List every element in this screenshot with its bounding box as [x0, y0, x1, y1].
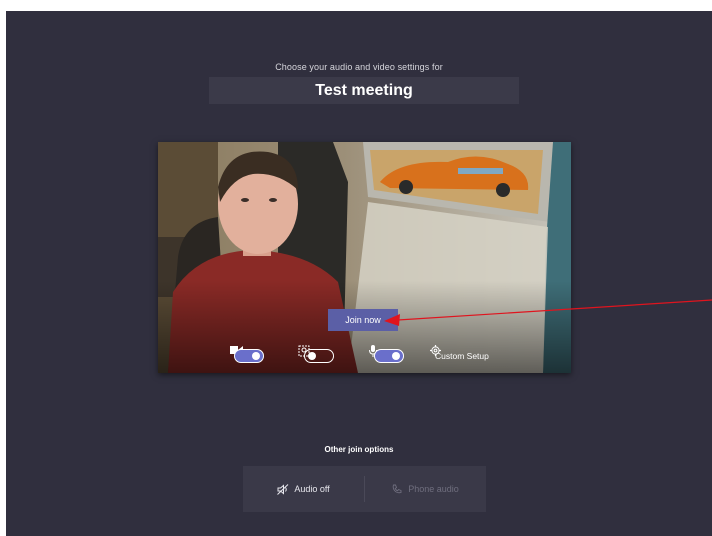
- gear-icon: [430, 345, 441, 356]
- camera-preview: Join now Custom Setup: [158, 142, 571, 373]
- other-join-options: Audio off Phone audio: [243, 466, 486, 512]
- custom-setup-button[interactable]: Custom Setup: [430, 345, 489, 367]
- phone-audio-option[interactable]: Phone audio: [365, 466, 486, 512]
- microphone-toggle[interactable]: [374, 349, 404, 363]
- background-blur-toggle[interactable]: [304, 349, 334, 363]
- background-blur-control: [298, 345, 334, 367]
- join-now-button[interactable]: Join now: [328, 309, 398, 331]
- custom-setup-label: Custom Setup: [435, 351, 489, 361]
- camera-control: [230, 345, 264, 367]
- camera-toggle[interactable]: [234, 349, 264, 363]
- phone-icon: [392, 484, 402, 494]
- prejoin-screen: Choose your audio and video settings for…: [6, 11, 712, 536]
- meeting-title: Test meeting: [209, 77, 519, 104]
- audio-off-label: Audio off: [294, 484, 330, 494]
- other-join-options-title: Other join options: [324, 445, 394, 454]
- microphone-control: [368, 345, 404, 367]
- prejoin-subtitle: Choose your audio and video settings for: [275, 62, 443, 72]
- phone-audio-label: Phone audio: [408, 484, 459, 494]
- camera-preview-image: [158, 142, 571, 373]
- speaker-off-icon: [277, 483, 289, 495]
- device-controls: Custom Setup: [158, 345, 571, 367]
- audio-off-option[interactable]: Audio off: [243, 466, 364, 512]
